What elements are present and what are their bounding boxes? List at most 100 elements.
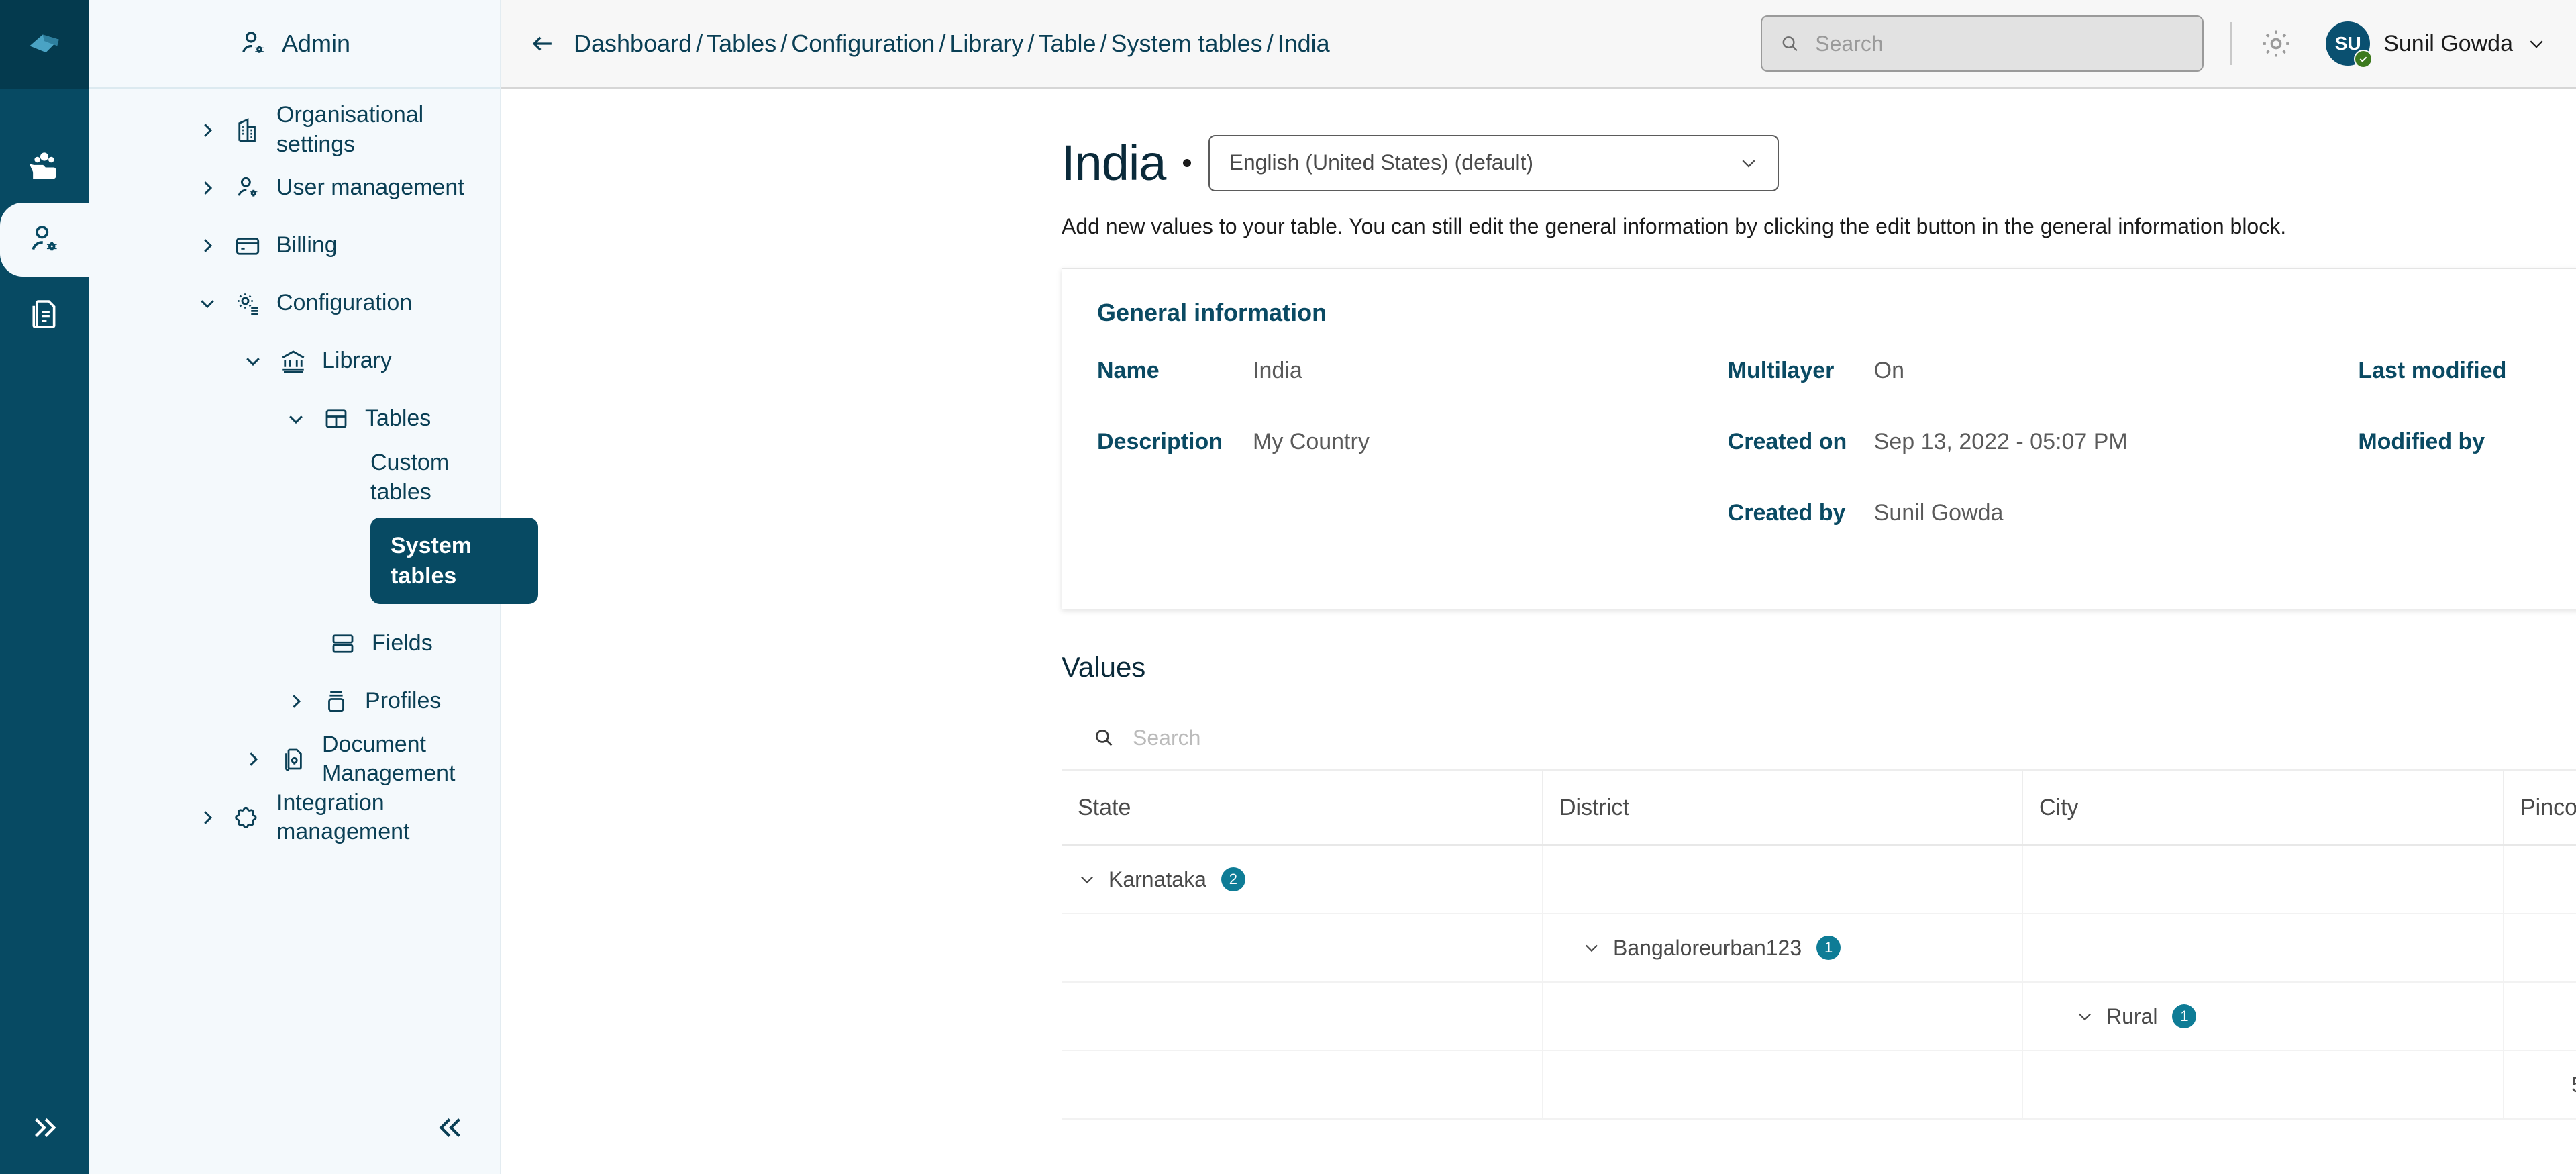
credit-card-icon (232, 232, 263, 260)
breadcrumb-item-configuration[interactable]: Configuration (791, 30, 935, 57)
cell-label: 570001 (2571, 1073, 2576, 1097)
app-logo[interactable] (0, 0, 89, 89)
field-description-key: Description (1097, 429, 1223, 454)
sidebar-item-tables[interactable]: Tables (89, 390, 500, 448)
values-search-input[interactable] (1133, 725, 1535, 750)
cell-city (2023, 1051, 2504, 1118)
field-created-by-value: Sunil Gowda (1873, 500, 2004, 526)
settings-button[interactable] (2259, 26, 2294, 61)
card-column-2: Multilayer On Created on Sep 13, 2022 - … (1728, 358, 2359, 571)
cell-district[interactable]: Bangaloreurban123 1 (1543, 914, 2023, 981)
column-header-district[interactable]: District (1543, 771, 2023, 844)
document-gear-icon (278, 745, 309, 773)
user-name: Sunil Gowda (2383, 30, 2513, 56)
main-area: Dashboard / Tables / Configuration / Library / T… (501, 0, 2576, 1174)
rail-item-projects[interactable] (0, 129, 89, 203)
tree-node-570001[interactable]: 570001 0 (2571, 1073, 2576, 1097)
column-header-city[interactable]: City (2023, 771, 2504, 844)
breadcrumb-item-table[interactable]: Table (1038, 30, 1096, 57)
avatar: SU (2326, 21, 2373, 68)
card-title: General information (1097, 299, 1327, 326)
chevron-right-icon (196, 808, 219, 828)
chevron-right-icon (196, 120, 219, 140)
tree-node-rural[interactable]: Rural 1 (2075, 1004, 2197, 1029)
tree-node-bangaloreurban123[interactable]: Bangaloreurban123 1 (1582, 936, 1841, 961)
card-column-3: Last modified Apr 17, 2023 - 12:16 AM Mo… (2358, 358, 2576, 571)
chevron-down-icon[interactable] (2075, 1007, 2094, 1026)
cell-pincode (2504, 983, 2576, 1050)
sidebar-item-library[interactable]: Library (89, 332, 500, 390)
sidebar-item-organisational-settings[interactable]: Organisational settings (89, 101, 500, 159)
back-button[interactable] (528, 29, 558, 58)
child-count-badge: 1 (1816, 936, 1841, 960)
field-name-value: India (1253, 358, 1302, 383)
breadcrumb-item-dashboard[interactable]: Dashboard (574, 30, 692, 57)
table-row: 570001 0 (1062, 1051, 2576, 1120)
chevron-right-icon (196, 178, 219, 198)
tree-node-karnataka[interactable]: Karnataka 2 (1078, 867, 1245, 892)
search-icon (1782, 36, 1798, 52)
child-count-badge: 1 (2172, 1004, 2197, 1028)
chevron-down-icon (1742, 159, 1756, 168)
cell-state (1062, 1051, 1543, 1118)
field-spacer (2358, 500, 2576, 571)
user-menu[interactable]: SU Sunil Gowda (2326, 21, 2546, 68)
sidebar-item-configuration[interactable]: Configuration (89, 275, 500, 332)
chevron-down-icon[interactable] (1078, 870, 1096, 889)
field-created-on-value: Sep 13, 2022 - 05:07 PM (1873, 429, 2128, 454)
cell-district (1543, 846, 2023, 913)
chevron-down-icon (242, 351, 264, 371)
values-section-title: Values (1062, 651, 1146, 683)
user-settings-icon (232, 174, 263, 202)
chevron-down-icon (196, 293, 219, 313)
chevron-down-icon[interactable] (1582, 938, 1601, 957)
breadcrumb-separator: / (1266, 30, 1274, 57)
cell-state (1062, 983, 1543, 1050)
field-multilayer-value: On (1873, 358, 1905, 383)
sidebar-item-custom-tables[interactable]: Custom tables (89, 448, 500, 507)
rail-expand-button[interactable] (0, 1111, 89, 1144)
cell-state[interactable]: Karnataka 2 (1062, 846, 1543, 913)
sidebar-item-system-tables[interactable]: System tables (89, 518, 538, 604)
chevron-right-icon (196, 236, 219, 256)
sidebar-item-label: Billing (276, 232, 338, 258)
cell-label: Rural (2106, 1004, 2158, 1028)
page-subtitle: Add new values to your table. You can st… (1062, 214, 2287, 238)
global-search[interactable] (1761, 15, 2204, 72)
puzzle-icon (232, 803, 263, 832)
rail-item-documents[interactable] (0, 277, 89, 350)
fields-icon (327, 630, 358, 658)
column-header-pincode[interactable]: Pincode (2504, 771, 2576, 844)
rail-item-admin[interactable] (0, 203, 89, 277)
cell-label: Bangaloreurban123 (1613, 935, 1802, 960)
sidebar-item-fields[interactable]: Fields (89, 615, 500, 673)
sidebar-item-user-management[interactable]: User management (89, 159, 500, 217)
sidebar-item-billing[interactable]: Billing (89, 217, 500, 275)
sidebar-collapse-button[interactable] (434, 1111, 468, 1144)
field-created-by: Created by Sunil Gowda (1728, 500, 2359, 571)
breadcrumb-item-tables[interactable]: Tables (707, 30, 776, 57)
field-modified-by-key: Modified by (2358, 429, 2485, 454)
table-icon (321, 405, 352, 433)
search-input[interactable] (1815, 31, 2185, 56)
cell-pincode[interactable]: 570001 0 (2504, 1051, 2576, 1118)
title-separator-dot (1183, 158, 1192, 167)
breadcrumb-item-system-tables[interactable]: System tables (1111, 30, 1263, 57)
column-header-state[interactable]: State (1062, 771, 1543, 844)
top-bar: Dashboard / Tables / Configuration / Library / T… (501, 0, 2576, 89)
sidebar-item-integration-management[interactable]: Integration management (89, 789, 500, 847)
library-icon (278, 347, 309, 375)
cell-city[interactable]: Rural 1 (2023, 983, 2504, 1050)
sidebar-item-document-management[interactable]: Document Management (89, 730, 500, 789)
sidebar-item-profiles[interactable]: Profiles (89, 673, 500, 730)
values-table: State District City Pincode Karnataka 2 (1062, 771, 2576, 1120)
breadcrumb-item-library[interactable]: Library (949, 30, 1023, 57)
sidebar-item-label: Configuration (276, 290, 413, 316)
breadcrumb-item-india[interactable]: India (1278, 30, 1330, 57)
language-select[interactable]: English (United States) (default) (1208, 134, 1780, 191)
values-search[interactable] (1092, 725, 2576, 750)
values-search-row: Total layers: 4 (1062, 706, 2576, 771)
projects-icon (29, 152, 56, 179)
cell-city (2023, 846, 2504, 913)
search-icon (1096, 730, 1113, 746)
